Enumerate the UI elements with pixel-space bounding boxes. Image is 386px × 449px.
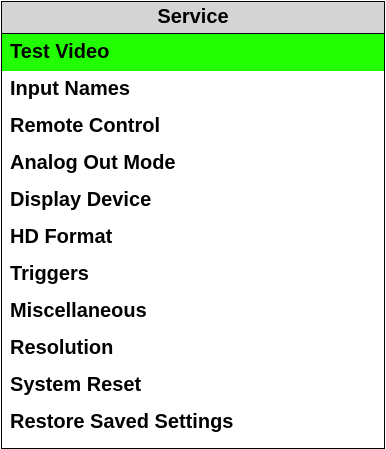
menu-item-remote-control[interactable]: Remote Control bbox=[2, 108, 384, 145]
menu-item-input-names[interactable]: Input Names bbox=[2, 71, 384, 108]
menu-item-system-reset[interactable]: System Reset bbox=[2, 367, 384, 404]
menu-item-test-video[interactable]: Test Video bbox=[2, 34, 384, 71]
menu-item-triggers[interactable]: Triggers bbox=[2, 256, 384, 293]
menu-title: Service bbox=[2, 2, 384, 34]
service-menu: Service Test Video Input Names Remote Co… bbox=[1, 1, 385, 449]
menu-item-miscellaneous[interactable]: Miscellaneous bbox=[2, 293, 384, 330]
menu-item-display-device[interactable]: Display Device bbox=[2, 182, 384, 219]
menu-item-analog-out-mode[interactable]: Analog Out Mode bbox=[2, 145, 384, 182]
menu-item-resolution[interactable]: Resolution bbox=[2, 330, 384, 367]
menu-item-restore-saved-settings[interactable]: Restore Saved Settings bbox=[2, 404, 384, 441]
menu-list: Test Video Input Names Remote Control An… bbox=[2, 34, 384, 441]
menu-item-hd-format[interactable]: HD Format bbox=[2, 219, 384, 256]
